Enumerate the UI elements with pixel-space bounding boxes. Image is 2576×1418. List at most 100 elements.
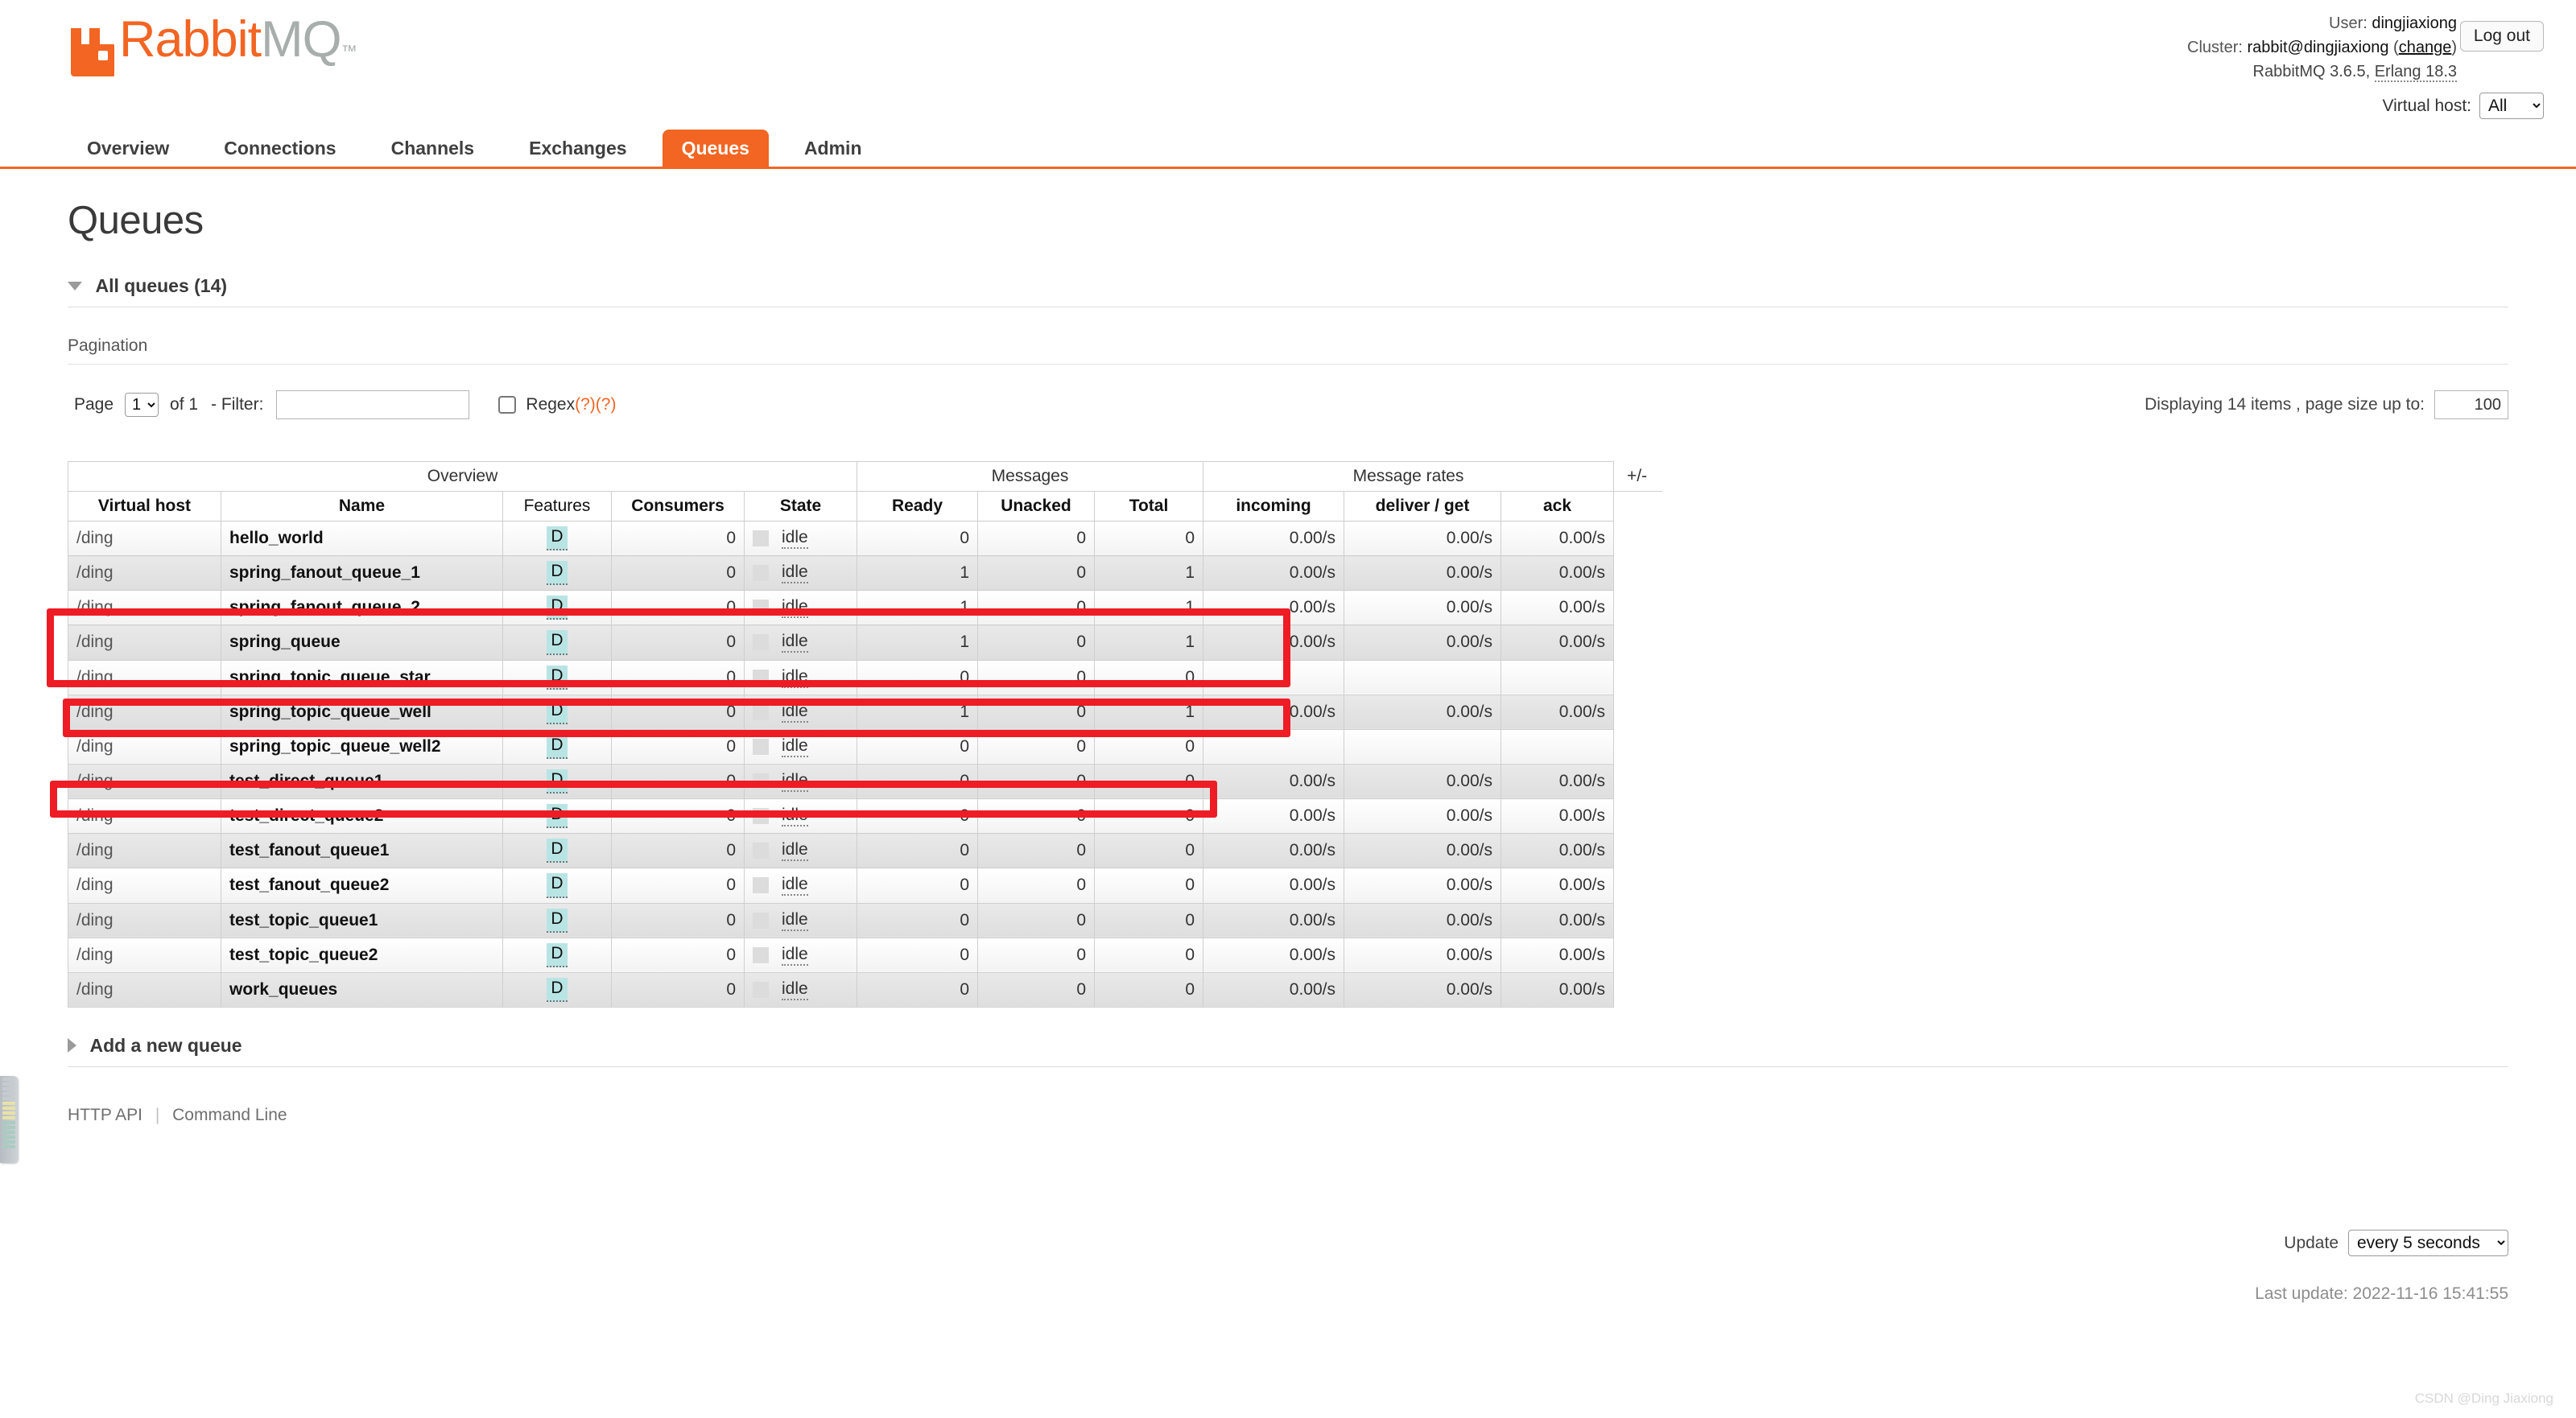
cell-total: 0 <box>1094 659 1203 695</box>
column-header-deliver-get[interactable]: deliver / get <box>1344 491 1501 521</box>
table-row[interactable]: /ding spring_fanout_queue_1 D 0 idle 1 0 1 0.00/… <box>68 555 1662 592</box>
cell-total: 0 <box>1094 520 1203 557</box>
nav-link-connections[interactable]: Connections <box>204 130 355 169</box>
column-header-consumers[interactable]: Consumers <box>611 491 745 521</box>
add-queue-section-header[interactable]: Add a new queue <box>68 1028 2508 1067</box>
regex-checkbox[interactable] <box>498 396 517 414</box>
all-queues-section-header[interactable]: All queues (14) <box>68 269 2508 307</box>
column-header-total[interactable]: Total <box>1094 491 1203 521</box>
collapse-triangle-icon[interactable] <box>68 282 82 291</box>
cell-queue-name: spring_topic_queue_well2 <box>221 728 503 765</box>
column-header-ack[interactable]: ack <box>1501 491 1614 521</box>
nav-link-overview[interactable]: Overview <box>68 130 188 169</box>
table-row[interactable]: /ding spring_topic_queue_star D 0 idle 0 0 0 <box>68 659 1662 695</box>
state-indicator-icon <box>753 530 769 547</box>
cluster-name: rabbit@dingjiaxiong <box>2247 39 2389 56</box>
cell-ready: 0 <box>857 659 978 695</box>
queue-name-link[interactable]: spring_queue <box>229 633 341 651</box>
durable-feature-badge: D <box>547 665 568 690</box>
regex-help-icon-1[interactable]: (?) <box>575 395 596 414</box>
cell-deliver-get: 0.00/s <box>1344 902 1501 938</box>
cell-ack: 0.00/s <box>1501 868 1614 904</box>
http-api-link[interactable]: HTTP API <box>68 1106 142 1124</box>
cell-state: idle <box>744 590 857 626</box>
cell-state: idle <box>744 728 857 765</box>
queue-name-link[interactable]: spring_topic_queue_well <box>229 703 431 721</box>
table-row[interactable]: /ding test_fanout_queue2 D 0 idle 0 0 0 0.00/s 0.… <box>68 868 1662 904</box>
queue-name-link[interactable]: spring_topic_queue_star <box>229 668 431 686</box>
column-header-state[interactable]: State <box>744 491 857 521</box>
nav-link-channels[interactable]: Channels <box>372 130 494 169</box>
queue-name-link[interactable]: spring_topic_queue_well2 <box>229 737 441 756</box>
table-row[interactable]: /ding test_topic_queue1 D 0 idle 0 0 0 0.00/s 0.0… <box>68 902 1662 938</box>
rabbitmq-logo[interactable]: RabbitMQ™ <box>68 14 357 76</box>
table-row[interactable]: /ding work_queues D 0 idle 0 0 0 0.00/s 0.00/s 0.0… <box>68 971 1662 1008</box>
update-interval-select[interactable]: every 5 secondsevery 30 secondsevery min… <box>2348 1230 2508 1256</box>
command-line-link[interactable]: Command Line <box>172 1106 287 1124</box>
nav-item-connections[interactable]: Connections <box>204 130 355 169</box>
nav-item-exchanges[interactable]: Exchanges <box>510 130 646 169</box>
nav-link-admin[interactable]: Admin <box>785 130 881 169</box>
nav-item-queues[interactable]: Queues <box>662 130 769 169</box>
table-row[interactable]: /ding spring_topic_queue_well D 0 idle 1 0 1 0.0… <box>68 694 1662 730</box>
table-row[interactable]: /ding test_fanout_queue1 D 0 idle 0 0 0 0.00/s 0.… <box>68 833 1662 869</box>
cell-queue-name: hello_world <box>221 520 503 557</box>
queue-name-link[interactable]: test_fanout_queue1 <box>229 841 389 859</box>
column-header-ready[interactable]: Ready <box>857 491 978 521</box>
queue-name-link[interactable]: hello_world <box>229 529 324 547</box>
state-label: idle <box>782 910 808 931</box>
queue-name-link[interactable]: test_topic_queue2 <box>229 946 378 964</box>
table-row[interactable]: /ding test_topic_queue2 D 0 idle 0 0 0 0.00/s 0.0… <box>68 937 1662 973</box>
cell-virtual-host: /ding <box>68 868 221 904</box>
cell-virtual-host: /ding <box>68 555 221 592</box>
cell-ack <box>1501 659 1614 695</box>
queue-name-link[interactable]: work_queues <box>229 980 337 999</box>
nav-link-exchanges[interactable]: Exchanges <box>510 130 646 169</box>
page-number-select[interactable]: 1 <box>125 393 159 417</box>
column-header-virtual-host[interactable]: Virtual host <box>68 491 221 521</box>
regex-help-icon-2[interactable]: (?) <box>596 395 617 414</box>
cell-deliver-get: 0.00/s <box>1344 590 1501 626</box>
cell-total: 0 <box>1094 798 1203 835</box>
erlang-version: Erlang 18.3 <box>2374 63 2457 82</box>
virtual-host-select[interactable]: All/ding <box>2479 93 2544 119</box>
queue-name-link[interactable]: spring_fanout_queue_1 <box>229 563 420 582</box>
scroll-handle-stripe <box>2 1082 15 1086</box>
queue-name-link[interactable]: test_fanout_queue2 <box>229 876 389 894</box>
table-row[interactable]: /ding test_direct_queue1 D 0 idle 0 0 0 0.00/s 0.… <box>68 763 1662 800</box>
nav-item-overview[interactable]: Overview <box>68 130 188 169</box>
page-size-input[interactable] <box>2434 390 2508 419</box>
table-row[interactable]: /ding spring_queue D 0 idle 1 0 1 0.00/s 0.00/s 0.… <box>68 624 1662 661</box>
nav-link-queues[interactable]: Queues <box>662 130 769 169</box>
expand-triangle-icon[interactable] <box>68 1038 76 1053</box>
column-header-unacked[interactable]: Unacked <box>977 491 1095 521</box>
column-header-name[interactable]: Name <box>221 491 503 521</box>
left-edge-scroll-handle[interactable] <box>0 1076 18 1163</box>
queue-name-link[interactable]: test_direct_queue1 <box>229 772 383 790</box>
cell-ready: 0 <box>857 868 978 904</box>
durable-feature-badge: D <box>547 526 568 551</box>
table-row[interactable]: /ding spring_fanout_queue_2 D 0 idle 1 0 1 0.00/… <box>68 590 1662 626</box>
queue-name-link[interactable]: spring_fanout_queue_2 <box>229 598 420 616</box>
column-header-incoming[interactable]: incoming <box>1203 491 1344 521</box>
nav-item-admin[interactable]: Admin <box>785 130 881 169</box>
state-indicator-icon <box>753 738 769 755</box>
cell-total: 1 <box>1094 624 1203 661</box>
queue-name-link[interactable]: test_direct_queue2 <box>229 806 383 825</box>
logout-button[interactable]: Log out <box>2459 21 2544 52</box>
change-cluster-link[interactable]: change <box>2399 39 2452 56</box>
table-row[interactable]: /ding hello_world D 0 idle 0 0 0 0.00/s 0.00/s 0.0… <box>68 520 1662 557</box>
table-head: Overview Messages Message rates +/- Virtual… <box>68 461 1662 521</box>
queue-name-link[interactable]: test_topic_queue1 <box>229 911 378 930</box>
durable-feature-badge: D <box>547 908 568 933</box>
filter-input[interactable] <box>276 390 470 419</box>
group-header--[interactable]: +/- <box>1613 461 1662 492</box>
nav-item-channels[interactable]: Channels <box>372 130 494 169</box>
cell-unacked: 0 <box>977 937 1095 973</box>
durable-feature-badge: D <box>547 804 568 829</box>
cell-ready: 1 <box>857 590 978 626</box>
table-row[interactable]: /ding spring_topic_queue_well2 D 0 idle 0 0 0 <box>68 728 1662 765</box>
scroll-handle-stripe <box>2 1145 15 1148</box>
column-header-features[interactable]: Features <box>502 491 612 521</box>
table-row[interactable]: /ding test_direct_queue2 D 0 idle 0 0 0 0.00/s 0.… <box>68 798 1662 835</box>
